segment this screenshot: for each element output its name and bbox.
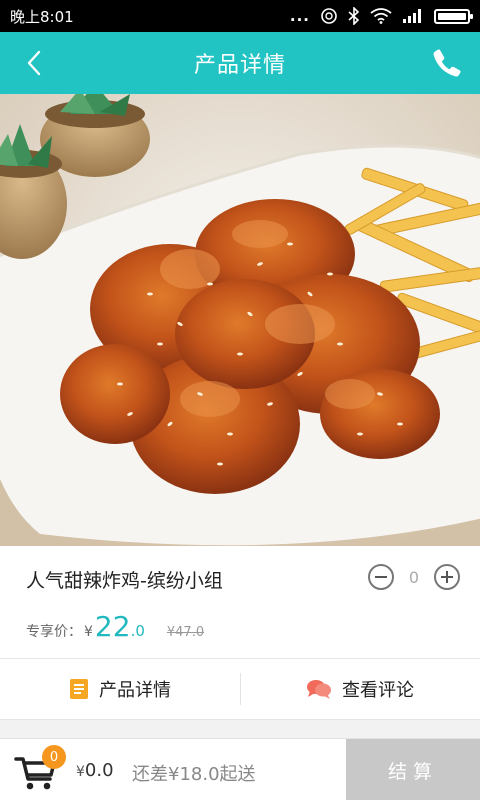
status-icons: ... bbox=[289, 7, 473, 25]
cart-total: ¥0.0 bbox=[76, 760, 114, 781]
tab-label: 查看评论 bbox=[342, 680, 414, 701]
page-title: 产品详情 bbox=[193, 53, 286, 78]
cart-currency: ¥ bbox=[76, 764, 85, 780]
document-icon bbox=[70, 679, 88, 699]
detail-tabs: 产品详情 查看评论 bbox=[0, 658, 480, 720]
checkout-button[interactable]: 结算 bbox=[346, 739, 480, 800]
cart-bar: 0 ¥0.0 还差¥18.0起送 结算 bbox=[0, 738, 480, 800]
tab-label: 产品详情 bbox=[99, 680, 171, 701]
status-bar: 晚上8:01 ... bbox=[0, 0, 480, 32]
decrease-quantity-button[interactable] bbox=[368, 564, 394, 590]
product-name: 人气甜辣炸鸡-缤纷小组 bbox=[26, 570, 223, 592]
alarm-icon bbox=[320, 7, 338, 25]
chat-bubbles-icon bbox=[307, 680, 331, 699]
price-decimal: .0 bbox=[130, 622, 145, 640]
quantity-value: 0 bbox=[408, 567, 420, 587]
battery-icon bbox=[434, 8, 473, 24]
increase-quantity-button[interactable] bbox=[434, 564, 460, 590]
status-time: 晚上8:01 bbox=[10, 7, 74, 26]
more-dots: ... bbox=[289, 7, 310, 25]
product-image bbox=[0, 94, 480, 546]
price-row: 专享价： ¥ 22 .0 ¥47.0 bbox=[26, 610, 204, 643]
fried-chicken-photo bbox=[0, 94, 480, 546]
back-button[interactable] bbox=[18, 47, 50, 79]
cart-total-value: 0.0 bbox=[84, 760, 114, 781]
minimum-order-shortfall: 还差¥18.0起送 bbox=[132, 764, 256, 785]
tab-view-reviews[interactable]: 查看评论 bbox=[240, 659, 480, 719]
price-label: 专享价： bbox=[26, 624, 82, 640]
signal-icon bbox=[402, 8, 424, 24]
currency-symbol: ¥ bbox=[84, 624, 93, 640]
original-price: ¥47.0 bbox=[166, 625, 205, 640]
quantity-stepper: 0 bbox=[368, 564, 460, 590]
phone-icon bbox=[433, 49, 461, 77]
call-button[interactable] bbox=[430, 46, 464, 80]
wifi-icon bbox=[370, 8, 392, 24]
chevron-left-icon bbox=[27, 50, 41, 76]
product-info: 人气甜辣炸鸡-缤纷小组 0 专享价： ¥ 22 .0 ¥47.0 bbox=[0, 546, 480, 658]
app-header: 产品详情 bbox=[0, 32, 480, 94]
price-integer: 22 bbox=[94, 610, 131, 643]
bluetooth-icon bbox=[348, 7, 360, 25]
tab-product-details[interactable]: 产品详情 bbox=[0, 659, 240, 719]
cart-count-badge: 0 bbox=[42, 745, 66, 769]
